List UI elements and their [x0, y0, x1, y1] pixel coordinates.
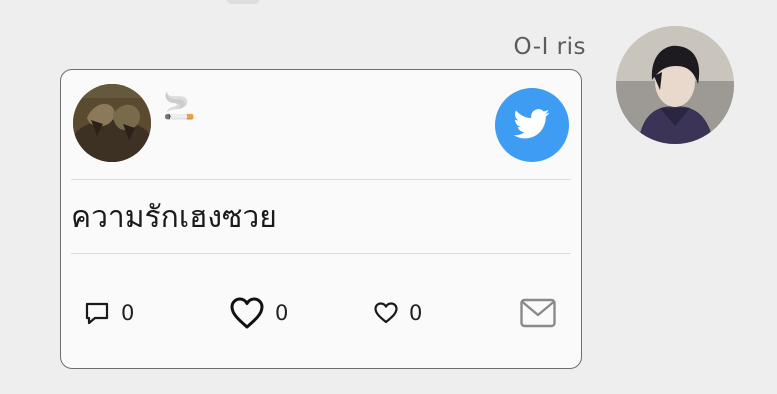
twitter-bird-icon[interactable]	[495, 88, 569, 162]
reply-count: 0	[121, 301, 135, 325]
divider-top	[71, 179, 571, 180]
sender-avatar[interactable]	[616, 26, 734, 144]
heart-icon	[230, 297, 264, 329]
reply-button[interactable]: 0	[83, 296, 134, 330]
mail-icon	[520, 298, 556, 328]
heart-icon	[374, 302, 398, 324]
like-button[interactable]: 0	[229, 296, 288, 330]
like-alt-count: 0	[409, 301, 423, 325]
like-count: 0	[275, 301, 289, 325]
tweet-card[interactable]: 🚬 ความรักเฮงซวย 0 0 0	[60, 69, 582, 369]
scroll-handle	[226, 0, 260, 4]
like-alt-button[interactable]: 0	[373, 296, 422, 330]
poster-name: 🚬	[163, 92, 196, 122]
mail-button[interactable]	[519, 296, 557, 330]
sender-name: O-I ris	[513, 34, 586, 60]
tweet-text: ความรักเฮงซวย	[71, 200, 277, 235]
poster-avatar[interactable]	[73, 84, 151, 162]
speech-bubble-icon	[85, 302, 109, 325]
divider-bottom	[71, 253, 571, 254]
